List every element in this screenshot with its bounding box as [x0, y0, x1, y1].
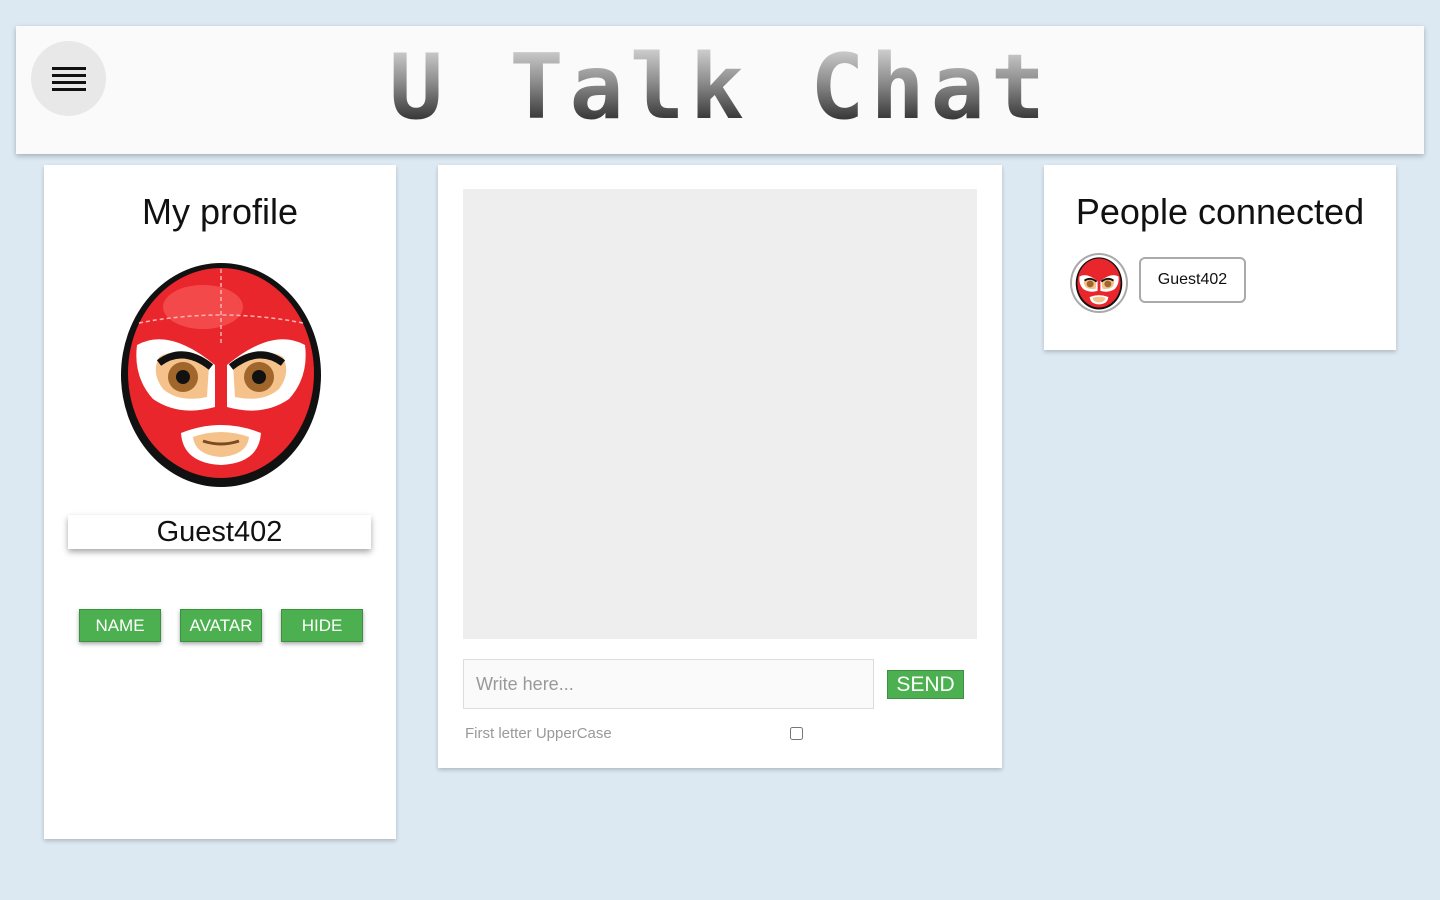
send-button[interactable]: SEND — [887, 670, 964, 699]
chat-messages-area[interactable] — [463, 189, 977, 639]
chat-panel: SEND First letter UpperCase — [438, 165, 1002, 768]
app-header: U Talk Chat — [16, 26, 1424, 154]
connected-user-button[interactable]: Guest402 — [1139, 257, 1246, 303]
app-logo: U Talk Chat — [16, 40, 1424, 136]
profile-title: My profile — [141, 191, 299, 232]
change-name-button[interactable]: NAME — [79, 609, 161, 642]
people-panel: People connected Guest402 — [1044, 165, 1396, 350]
hide-button[interactable]: HIDE — [281, 609, 363, 642]
user-avatar — [1070, 253, 1128, 313]
uppercase-checkbox[interactable] — [790, 727, 803, 740]
wrestler-mask-icon — [121, 263, 321, 487]
change-avatar-button[interactable]: AVATAR — [180, 609, 262, 642]
wrestler-mask-icon — [1075, 257, 1123, 310]
uppercase-label: First letter UpperCase — [465, 725, 612, 742]
message-input[interactable] — [463, 659, 874, 709]
profile-panel: My profile Guest402 NAME AVATAR HIDE — [44, 165, 396, 839]
profile-actions: NAME AVATAR HIDE — [79, 609, 363, 642]
people-title: People connected — [1075, 191, 1365, 232]
profile-username: Guest402 — [68, 515, 371, 549]
